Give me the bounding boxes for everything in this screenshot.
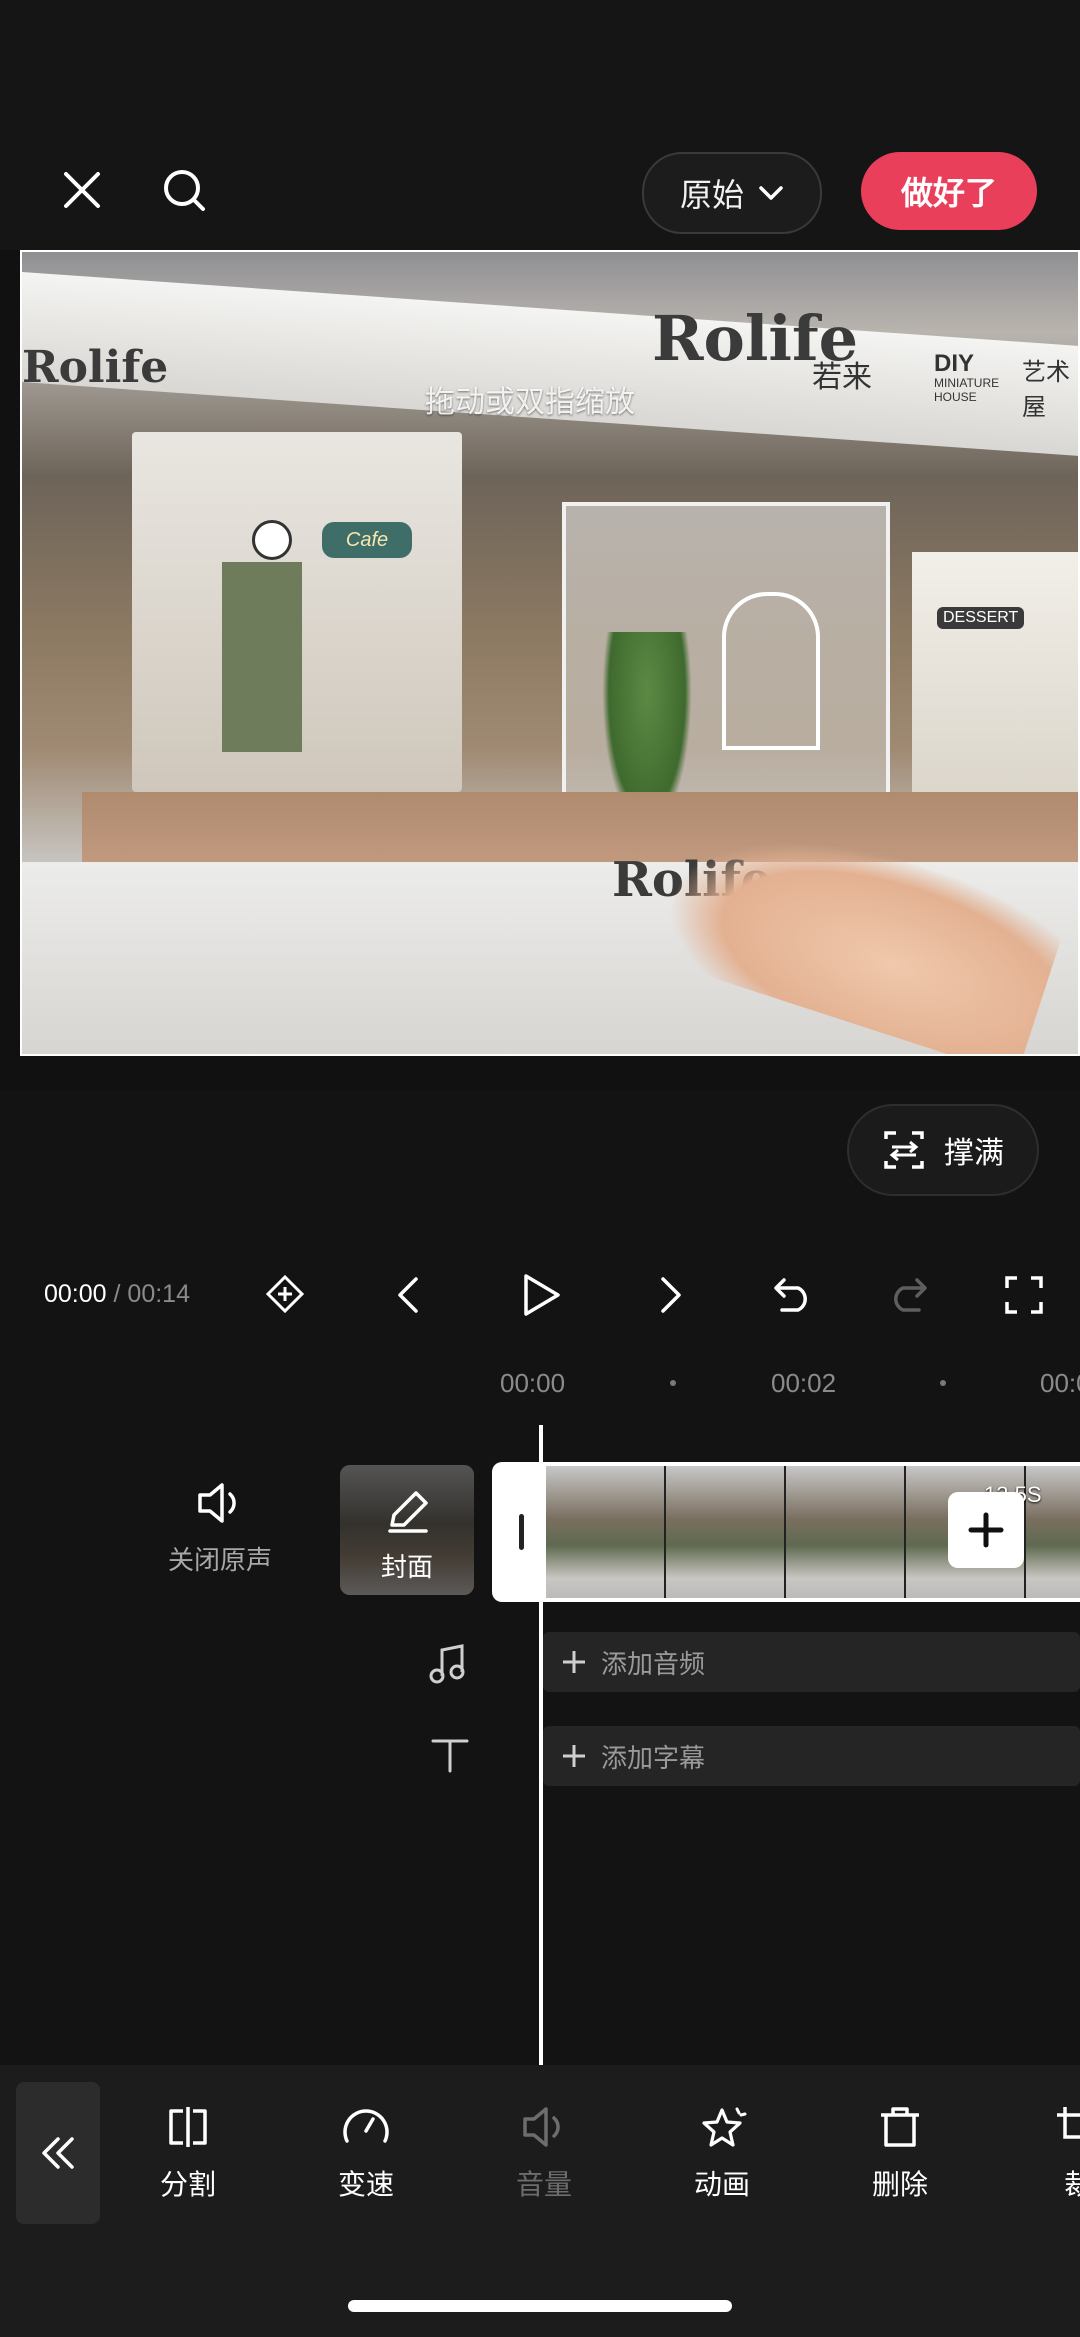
add-caption-label: 添加字幕 <box>601 1742 706 1773</box>
home-indicator <box>348 2300 732 2312</box>
mute-original-button[interactable]: 关闭原声 <box>150 1480 290 1590</box>
collapse-button[interactable] <box>16 2082 100 2224</box>
banner-cn: 若来 <box>812 361 872 394</box>
animation-button[interactable]: 动画 <box>682 2105 762 2203</box>
redo-icon[interactable] <box>887 1274 929 1314</box>
delete-icon <box>881 2107 919 2147</box>
animation-icon <box>702 2107 747 2147</box>
split-label: 分割 <box>159 2169 216 2200</box>
next-frame-icon[interactable] <box>658 1275 684 1315</box>
add-clip-button[interactable] <box>948 1492 1024 1568</box>
speaker-icon <box>198 1483 236 1523</box>
banner-mini: MINIATURE HOUSE <box>934 376 1000 404</box>
pencil-icon <box>388 1491 428 1533</box>
done-button[interactable]: 做好了 <box>861 152 1037 230</box>
ruler-label-2: 00:0 <box>1040 1368 1080 1398</box>
total-time: 00:14 <box>127 1280 190 1308</box>
plus-icon <box>563 1651 585 1673</box>
clip-thumbnail <box>546 1466 666 1598</box>
ruler-dot <box>670 1380 676 1386</box>
banner-diy: DIY <box>934 350 975 377</box>
greenhouse-door <box>722 592 820 750</box>
time-separator: / <box>113 1280 121 1308</box>
close-icon[interactable] <box>52 160 112 220</box>
double-chevron-left-icon <box>42 2137 74 2169</box>
crop-label: 裁 <box>1063 2169 1080 2200</box>
drag-zoom-hint: 拖动或双指缩放 <box>425 386 635 419</box>
cover-button[interactable]: 封面 <box>340 1465 474 1595</box>
banner-art: 艺术屋 <box>1022 359 1070 421</box>
delete-button[interactable]: 删除 <box>860 2105 940 2203</box>
cafe-sign: Cafe <box>322 522 412 558</box>
split-icon <box>169 2107 207 2147</box>
diorama-dessert-shop <box>912 552 1078 832</box>
clock-icon <box>252 520 292 560</box>
crop-button[interactable]: 裁 <box>1038 2105 1080 2203</box>
split-button[interactable]: 分割 <box>148 2105 228 2203</box>
fill-button[interactable]: 撑满 <box>847 1104 1039 1196</box>
volume-button[interactable]: 音量 <box>504 2105 584 2203</box>
banner-brand-left: Rolife <box>22 342 169 393</box>
video-preview[interactable]: Rolife Rolife 若来 DIY MINIATURE HOUSE 艺术屋… <box>20 250 1080 1056</box>
cafe-sign-text: Cafe <box>345 528 389 551</box>
keyframe-icon[interactable] <box>265 1274 305 1314</box>
speed-icon <box>343 2109 389 2143</box>
crop-icon <box>1057 2107 1080 2139</box>
dessert-sign: DESSERT <box>937 607 1025 629</box>
text-icon <box>430 1737 470 1778</box>
current-time: 00:00 <box>44 1280 107 1308</box>
add-audio-row[interactable]: 添加音频 <box>543 1632 1080 1692</box>
plus-icon <box>563 1745 585 1767</box>
fill-label: 撑满 <box>944 1137 1004 1170</box>
clip-thumbnail <box>786 1466 906 1598</box>
prev-frame-icon[interactable] <box>395 1275 421 1315</box>
mute-original-label: 关闭原声 <box>167 1545 272 1575</box>
aspect-ratio-dropdown[interactable]: 原始 <box>642 152 822 234</box>
playback-time: 00:00 / 00:14 <box>44 1280 190 1309</box>
speed-button[interactable]: 变速 <box>326 2105 406 2203</box>
trim-handle-bar <box>518 1514 524 1550</box>
fullscreen-icon[interactable] <box>1004 1275 1044 1315</box>
add-audio-label: 添加音频 <box>601 1648 706 1679</box>
chevron-down-icon <box>759 186 783 200</box>
volume-icon <box>523 2107 560 2147</box>
cafe-door <box>222 562 302 752</box>
speed-label: 变速 <box>337 2169 394 2200</box>
playhead[interactable] <box>539 1425 543 2065</box>
aspect-ratio-label: 原始 <box>679 177 744 213</box>
clip-thumbnail <box>666 1466 786 1598</box>
ruler-label-0: 00:00 <box>500 1368 566 1398</box>
volume-label: 音量 <box>515 2169 572 2200</box>
plus-icon <box>968 1512 1004 1548</box>
animation-label: 动画 <box>693 2169 750 2200</box>
ruler-dot <box>940 1380 946 1386</box>
play-icon[interactable] <box>520 1272 562 1318</box>
delete-label: 删除 <box>871 2169 928 2200</box>
search-icon[interactable] <box>154 160 214 220</box>
shelf-top-banner <box>22 272 1078 457</box>
undo-icon[interactable] <box>772 1274 814 1314</box>
cover-label: 封面 <box>380 1552 433 1582</box>
music-icon <box>428 1642 468 1689</box>
add-caption-row[interactable]: 添加字幕 <box>543 1726 1080 1786</box>
fill-icon <box>884 1131 924 1169</box>
ruler-label-1: 00:02 <box>771 1368 837 1398</box>
